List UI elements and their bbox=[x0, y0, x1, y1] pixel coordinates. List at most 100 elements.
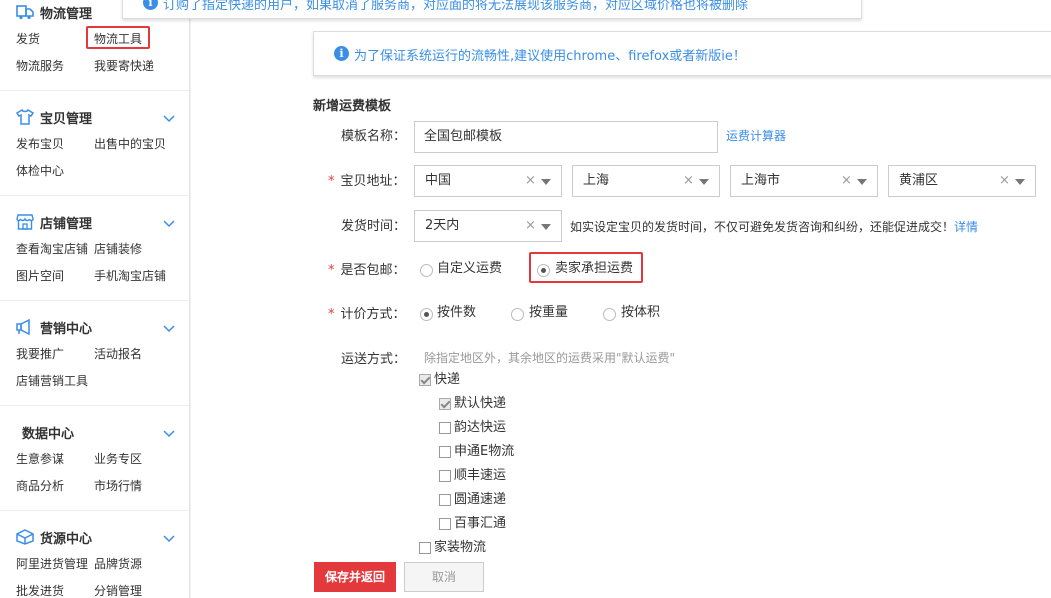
by-count-label[interactable]: 按件数 bbox=[437, 304, 476, 322]
sidebar-section-marketing[interactable]: 营销中心 bbox=[16, 317, 92, 337]
custom-freight-radio[interactable] bbox=[420, 264, 433, 277]
sidebar-link-view-store[interactable]: 查看淘宝店铺 bbox=[16, 241, 88, 257]
save-and-return-button[interactable]: 保存并返回 bbox=[314, 562, 396, 592]
province-select[interactable]: 上海 × bbox=[572, 165, 720, 197]
chevron-down-icon[interactable] bbox=[1015, 179, 1025, 185]
notice-text: 订购了指定快递的用户，如果取消了服务商，对应面的将无法展现该服务商，对应区域价格… bbox=[163, 0, 749, 13]
sidebar-link-business-advisor[interactable]: 生意参谋 bbox=[16, 451, 64, 467]
clear-icon[interactable]: × bbox=[841, 166, 852, 196]
home-logistics-checkbox[interactable] bbox=[419, 542, 431, 554]
sidebar-link-image-space[interactable]: 图片空间 bbox=[16, 268, 64, 284]
by-count-radio[interactable] bbox=[420, 308, 433, 321]
address-label: * 宝贝地址： bbox=[328, 174, 406, 189]
sidebar-link-marketing-tools[interactable]: 店铺营销工具 bbox=[16, 373, 88, 389]
sidebar: 物流管理 发货 物流工具 物流服务 我要寄快递 宝贝管理 发布宝贝 出售中的宝贝… bbox=[0, 0, 190, 598]
template-name-input[interactable]: 全国包邮模板 bbox=[414, 121, 718, 153]
supply-icon bbox=[16, 529, 34, 545]
clear-icon[interactable]: × bbox=[999, 166, 1010, 196]
by-volume-label[interactable]: 按体积 bbox=[621, 304, 660, 322]
ship-time-value: 2天内 bbox=[425, 218, 460, 233]
sidebar-link-activity[interactable]: 活动报名 bbox=[94, 346, 142, 362]
country-select[interactable]: 中国 × bbox=[414, 165, 562, 197]
sidebar-link-brand-supply[interactable]: 品牌货源 bbox=[94, 556, 142, 572]
sidebar-link-market[interactable]: 市场行情 bbox=[94, 478, 142, 494]
chevron-down-icon[interactable] bbox=[163, 112, 175, 124]
province-value: 上海 bbox=[583, 173, 610, 188]
sidebar-section-supply[interactable]: 货源中心 bbox=[16, 527, 92, 547]
custom-freight-label[interactable]: 自定义运费 bbox=[437, 260, 502, 278]
sidebar-link-business-zone[interactable]: 业务专区 bbox=[94, 451, 142, 467]
express-label[interactable]: 快递 bbox=[434, 371, 460, 389]
sidebar-link-publish[interactable]: 发布宝贝 bbox=[16, 136, 64, 152]
details-link[interactable]: 详情 bbox=[954, 218, 978, 235]
highlight-box bbox=[529, 252, 643, 283]
sidebar-link-send-express[interactable]: 我要寄快递 bbox=[94, 58, 154, 74]
chevron-down-icon[interactable] bbox=[163, 322, 175, 334]
htky-checkbox[interactable] bbox=[439, 518, 451, 530]
yto-label[interactable]: 圆通速递 bbox=[454, 491, 506, 509]
chevron-down-icon[interactable] bbox=[163, 532, 175, 544]
city-value: 上海市 bbox=[741, 173, 781, 188]
sidebar-section-logistics[interactable]: 物流管理 bbox=[16, 2, 92, 22]
chevron-down-icon[interactable] bbox=[541, 224, 551, 230]
divider bbox=[0, 300, 189, 301]
sidebar-section-data[interactable]: 数据中心 bbox=[22, 422, 74, 442]
sf-label[interactable]: 顺丰速运 bbox=[454, 467, 506, 485]
sto-label[interactable]: 申通E物流 bbox=[454, 443, 514, 461]
pricing-label: * 计价方式： bbox=[328, 307, 406, 322]
default-express-checkbox[interactable] bbox=[439, 398, 451, 410]
sidebar-link-on-sale[interactable]: 出售中的宝贝 bbox=[94, 136, 166, 152]
sidebar-link-ali-purchase[interactable]: 阿里进货管理 bbox=[16, 556, 88, 572]
sidebar-link-logistics-service[interactable]: 物流服务 bbox=[16, 58, 64, 74]
freight-calculator-link[interactable]: 运费计算器 bbox=[726, 127, 786, 144]
yunda-label[interactable]: 韵达快运 bbox=[454, 419, 506, 437]
sidebar-link-distribution[interactable]: 分销管理 bbox=[94, 583, 142, 598]
notice-top: i 订购了指定快递的用户，如果取消了服务商，对应面的将无法展现该服务商，对应区域… bbox=[122, 0, 862, 19]
chevron-down-icon[interactable] bbox=[163, 427, 175, 439]
htky-label[interactable]: 百事汇通 bbox=[454, 515, 506, 533]
sidebar-section-items[interactable]: 宝贝管理 bbox=[15, 107, 92, 127]
sidebar-section-title: 营销中心 bbox=[40, 321, 93, 337]
sto-checkbox[interactable] bbox=[439, 446, 451, 458]
clear-icon[interactable]: × bbox=[525, 166, 536, 196]
sidebar-section-title: 数据中心 bbox=[22, 426, 75, 442]
store-icon bbox=[16, 214, 34, 230]
main-content bbox=[191, 0, 1051, 598]
sidebar-link-ship[interactable]: 发货 bbox=[16, 31, 40, 47]
sidebar-section-title: 物流管理 bbox=[40, 6, 93, 22]
by-weight-label[interactable]: 按重量 bbox=[529, 304, 568, 322]
sidebar-link-checkup[interactable]: 体检中心 bbox=[16, 163, 64, 179]
cancel-button[interactable]: 取消 bbox=[404, 562, 484, 592]
city-select[interactable]: 上海市 × bbox=[730, 165, 878, 197]
yunda-checkbox[interactable] bbox=[439, 422, 451, 434]
delivery-hint: 除指定地区外，其余地区的运费采用"默认运费" bbox=[424, 351, 676, 365]
chevron-down-icon[interactable] bbox=[699, 179, 709, 185]
sf-checkbox[interactable] bbox=[439, 470, 451, 482]
form-title: 新增运费模板 bbox=[313, 99, 392, 114]
clear-icon[interactable]: × bbox=[525, 211, 536, 241]
divider bbox=[0, 510, 189, 511]
logistics-icon bbox=[16, 4, 34, 20]
express-checkbox[interactable] bbox=[419, 374, 431, 386]
sidebar-link-mobile-store[interactable]: 手机淘宝店铺 bbox=[94, 268, 166, 284]
sidebar-section-title: 店铺管理 bbox=[40, 216, 93, 232]
yto-checkbox[interactable] bbox=[439, 494, 451, 506]
default-express-label[interactable]: 默认快递 bbox=[454, 395, 506, 413]
chevron-down-icon[interactable] bbox=[857, 179, 867, 185]
notice-text: 为了保证系统运行的流畅性,建议使用chrome、firefox或者新版ie！ bbox=[354, 49, 746, 64]
ship-time-select[interactable]: 2天内 × bbox=[414, 210, 562, 242]
sidebar-link-promote[interactable]: 我要推广 bbox=[16, 346, 64, 362]
sidebar-link-decorate[interactable]: 店铺装修 bbox=[94, 241, 142, 257]
sidebar-link-product-analysis[interactable]: 商品分析 bbox=[16, 478, 64, 494]
clear-icon[interactable]: × bbox=[683, 166, 694, 196]
sidebar-section-store[interactable]: 店铺管理 bbox=[16, 212, 92, 232]
home-logistics-label[interactable]: 家装物流 bbox=[434, 539, 486, 557]
sidebar-link-wholesale[interactable]: 批发进货 bbox=[16, 583, 64, 598]
by-volume-radio[interactable] bbox=[603, 308, 616, 321]
district-select[interactable]: 黄浦区 × bbox=[888, 165, 1036, 197]
chevron-down-icon[interactable] bbox=[541, 179, 551, 185]
chevron-down-icon[interactable] bbox=[163, 217, 175, 229]
highlight-box bbox=[86, 26, 150, 49]
by-weight-radio[interactable] bbox=[511, 308, 524, 321]
free-shipping-label: * 是否包邮： bbox=[328, 263, 406, 278]
